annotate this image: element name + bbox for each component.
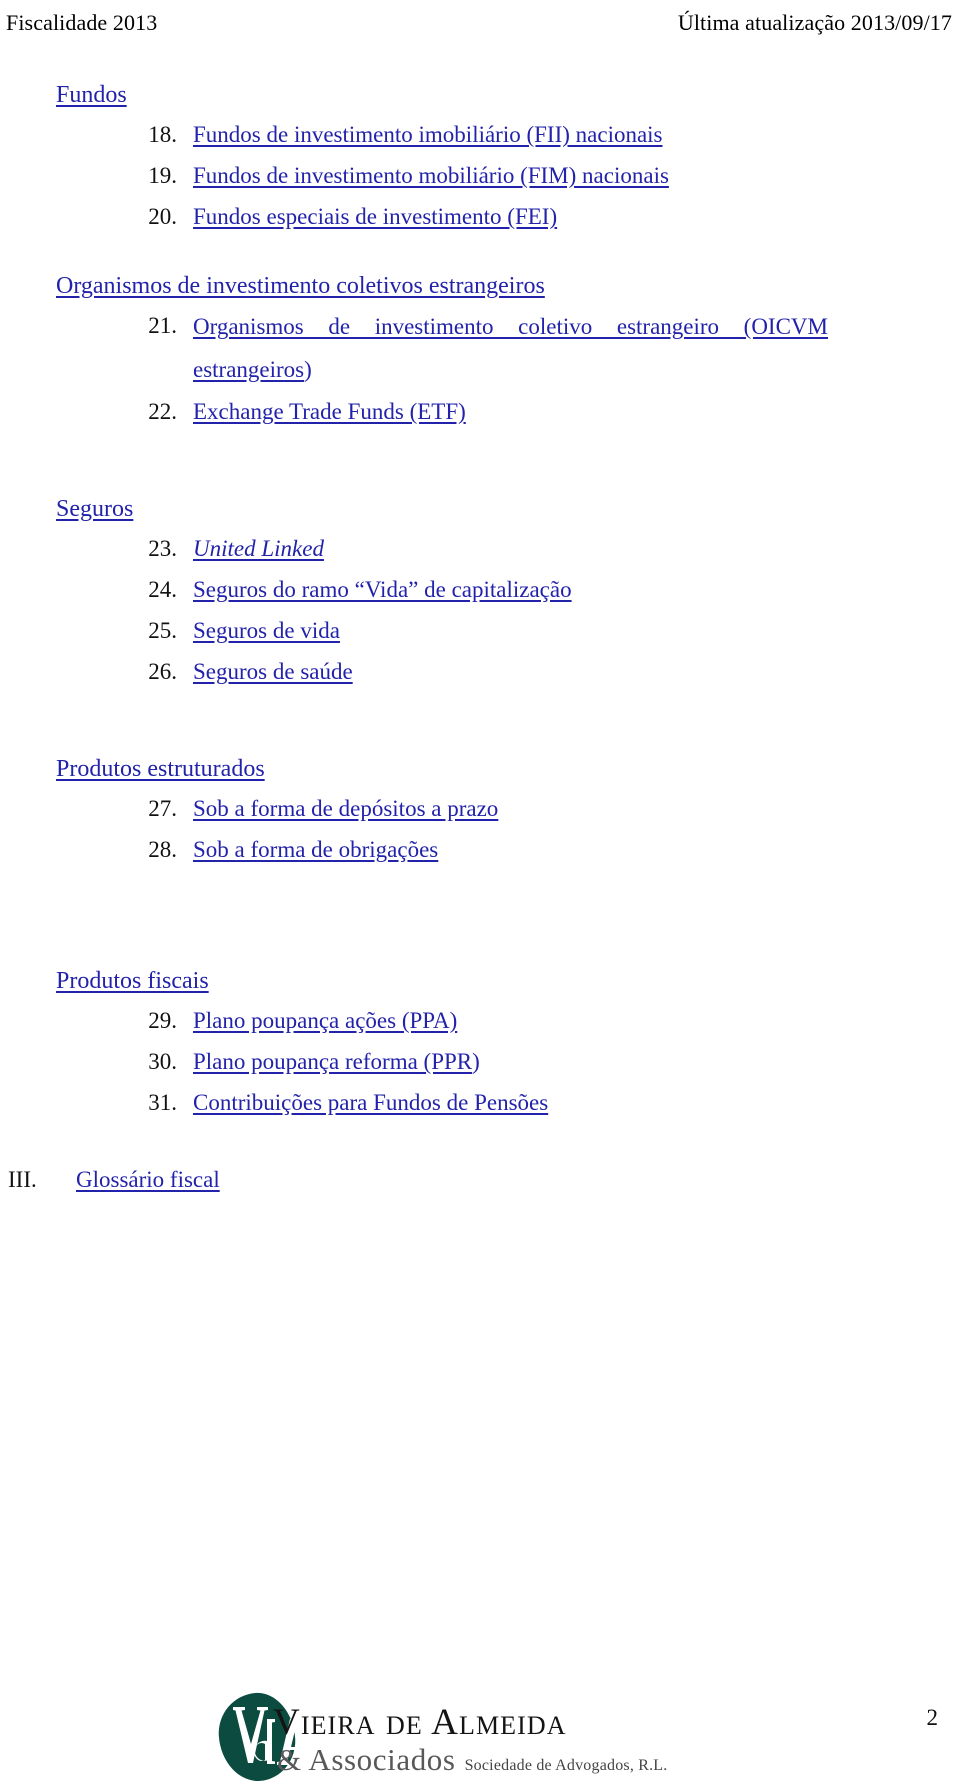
toc-entry-19[interactable]: 19. Fundos de investimento mobiliário (F… bbox=[0, 155, 960, 196]
toc-entry-30[interactable]: 30. Plano poupança reforma (PPR) bbox=[0, 1041, 960, 1082]
toc-entry-link-18[interactable]: Fundos de investimento imobiliário (FII)… bbox=[193, 122, 663, 147]
toc-entry-22[interactable]: 22. Exchange Trade Funds (ETF) bbox=[0, 391, 960, 432]
table-of-contents: Fundos 18. Fundos de investimento imobil… bbox=[0, 80, 960, 1201]
toc-entry-number-30: 30. bbox=[148, 1049, 177, 1074]
toc-entry-number-22: 22. bbox=[148, 399, 177, 424]
toc-entry-number-27: 27. bbox=[148, 796, 177, 821]
toc-group-produtos-estruturados: Produtos estruturados 27. Sob a forma de… bbox=[0, 754, 960, 870]
toc-entry-25[interactable]: 25. Seguros de vida bbox=[0, 610, 960, 651]
toc-entry-21[interactable]: 21. Organismos de investimento coletivo … bbox=[0, 305, 960, 391]
toc-entry-number-24: 24. bbox=[148, 577, 177, 602]
toc-entry-link-28[interactable]: Sob a forma de obrigações bbox=[193, 837, 438, 862]
toc-entry-link-glossario[interactable]: Glossário fiscal bbox=[76, 1159, 220, 1201]
toc-entry-link-24[interactable]: Seguros do ramo “Vida” de capitalização bbox=[193, 577, 572, 602]
toc-group-produtos-fiscais: Produtos fiscais 29. Plano poupança açõe… bbox=[0, 966, 960, 1123]
page-footer: Vieira de Almeida & Associados Sociedade… bbox=[0, 1673, 960, 1784]
page-header: Fiscalidade 2013 Última atualização 2013… bbox=[0, 10, 960, 40]
toc-entry-link-30[interactable]: Plano poupança reforma (PPR bbox=[193, 1049, 472, 1074]
logo-associados: & Associados bbox=[277, 1742, 456, 1777]
toc-entry-20[interactable]: 20. Fundos especiais de investimento (FE… bbox=[0, 196, 960, 237]
toc-group-heading-produtos-estruturados[interactable]: Produtos estruturados bbox=[56, 754, 265, 784]
toc-entry-number-31: 31. bbox=[148, 1090, 177, 1115]
toc-entry-glossario[interactable]: III. Glossário fiscal bbox=[0, 1159, 960, 1201]
header-document-title: Fiscalidade 2013 bbox=[6, 10, 158, 35]
toc-group-heading-seguros[interactable]: Seguros bbox=[56, 494, 133, 524]
toc-group-heading-organismos[interactable]: Organismos de investimento coletivos est… bbox=[56, 271, 545, 301]
toc-entry-number-26: 26. bbox=[148, 659, 177, 684]
logo-subtitle: Sociedade de Advogados, R.L. bbox=[464, 1757, 668, 1774]
toc-group-heading-produtos-fiscais[interactable]: Produtos fiscais bbox=[56, 966, 209, 996]
toc-group-organismos: Organismos de investimento coletivos est… bbox=[0, 271, 960, 432]
toc-entry-30-tail: ) bbox=[472, 1049, 480, 1074]
toc-entry-link-20[interactable]: Fundos especiais de investimento (FEI) bbox=[193, 204, 557, 229]
header-last-update: Última atualização 2013/09/17 bbox=[677, 10, 952, 35]
toc-entry-link-23[interactable]: United Linked bbox=[193, 536, 324, 561]
toc-entry-number-19: 19. bbox=[148, 163, 177, 188]
toc-entry-link-25[interactable]: Seguros de vida bbox=[193, 618, 340, 643]
toc-entry-27[interactable]: 27. Sob a forma de depósitos a prazo bbox=[0, 788, 960, 829]
toc-group-seguros: Seguros 23. United Linked 24. Seguros do… bbox=[0, 494, 960, 692]
toc-entry-21-tail: ) bbox=[304, 357, 312, 382]
toc-entry-link-29[interactable]: Plano poupança ações (PPA) bbox=[193, 1008, 457, 1033]
toc-entry-number-18: 18. bbox=[148, 122, 177, 147]
toc-entry-18[interactable]: 18. Fundos de investimento imobiliário (… bbox=[0, 114, 960, 155]
page-number: 2 bbox=[926, 1705, 939, 1730]
logo-company-name: Vieira de Almeida bbox=[273, 1702, 567, 1743]
toc-entry-link-19[interactable]: Fundos de investimento mobiliário (FIM) … bbox=[193, 163, 669, 188]
toc-entry-number-29: 29. bbox=[148, 1008, 177, 1033]
toc-entry-number-20: 20. bbox=[148, 204, 177, 229]
toc-entry-link-26[interactable]: Seguros de saúde bbox=[193, 659, 353, 684]
toc-group-heading-fundos[interactable]: Fundos bbox=[56, 80, 127, 110]
toc-entry-number-23: 23. bbox=[148, 536, 177, 561]
toc-entry-31[interactable]: 31. Contribuições para Fundos de Pensões bbox=[0, 1082, 960, 1123]
toc-entry-28[interactable]: 28. Sob a forma de obrigações bbox=[0, 829, 960, 870]
toc-entry-number-28: 28. bbox=[148, 837, 177, 862]
toc-entry-26[interactable]: 26. Seguros de saúde bbox=[0, 651, 960, 692]
company-logo: Vieira de Almeida & Associados Sociedade… bbox=[215, 1683, 667, 1784]
toc-entry-link-22[interactable]: Exchange Trade Funds (ETF) bbox=[193, 399, 466, 424]
toc-entry-23[interactable]: 23. United Linked bbox=[0, 528, 960, 569]
toc-entry-link-21[interactable]: Organismos de investimento coletivo estr… bbox=[193, 314, 828, 382]
logo-wordmark: Vieira de Almeida & Associados Sociedade… bbox=[273, 1689, 667, 1783]
toc-entry-number-iii: III. bbox=[8, 1167, 37, 1192]
toc-entry-number-25: 25. bbox=[148, 618, 177, 643]
toc-entry-29[interactable]: 29. Plano poupança ações (PPA) bbox=[0, 1000, 960, 1041]
toc-entry-number-21: 21. bbox=[148, 313, 177, 338]
toc-entry-link-27[interactable]: Sob a forma de depósitos a prazo bbox=[193, 796, 498, 821]
toc-group-fundos: Fundos 18. Fundos de investimento imobil… bbox=[0, 80, 960, 237]
toc-entry-24[interactable]: 24. Seguros do ramo “Vida” de capitaliza… bbox=[0, 569, 960, 610]
toc-entry-link-31[interactable]: Contribuições para Fundos de Pensões bbox=[193, 1090, 548, 1115]
